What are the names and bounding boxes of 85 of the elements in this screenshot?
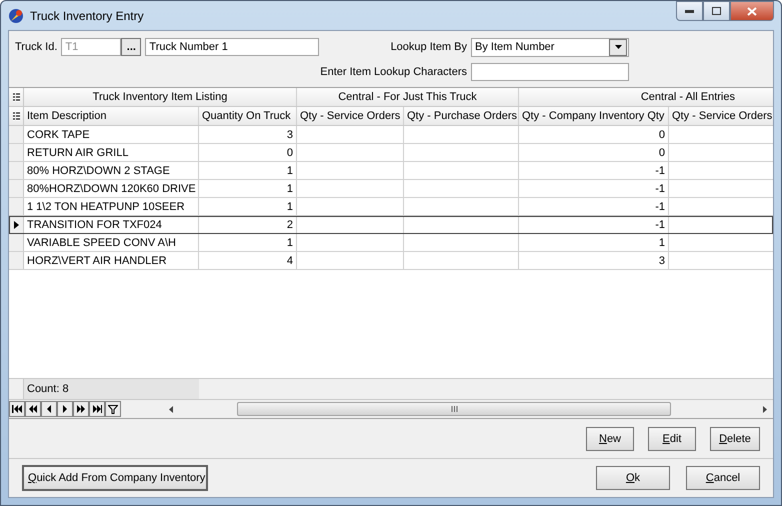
navigator-button[interactable] [25, 401, 41, 417]
app-icon [8, 8, 24, 24]
column-group-header: Truck Inventory Item Listing [24, 88, 297, 106]
lookup-by-label: Lookup Item By [390, 41, 467, 53]
truck-name-field[interactable]: Truck Number 1 [145, 38, 320, 56]
filter-icon [108, 404, 118, 414]
next-page-icon [76, 405, 86, 413]
table-cell: -1 [655, 200, 665, 212]
table-cell: VARIABLE SPEED CONV A\H [27, 236, 176, 248]
lookup-characters-field[interactable] [471, 63, 629, 81]
dropdown-arrow-icon [614, 45, 622, 49]
table-cell: 1 [658, 236, 665, 248]
column-header[interactable]: Qty - Service Orders [669, 107, 773, 125]
grid-row[interactable]: CORK TAPE 3 0 [9, 126, 773, 144]
close-button[interactable] [730, 1, 774, 21]
table-cell: 1 [286, 200, 293, 212]
column-group-header: Central - All Entries [519, 88, 773, 106]
window-title: Truck Inventory Entry [30, 8, 145, 22]
column-chooser-icon[interactable] [12, 92, 20, 102]
row-action-button[interactable]: Delete [710, 427, 760, 451]
table-cell: -1 [655, 182, 665, 194]
grid-row[interactable]: 1 1\2 TON HEATPUNP 10SEER 1 -1 [9, 198, 773, 216]
column-header[interactable]: Quantity On Truck [199, 107, 297, 125]
table-cell: 1 [286, 164, 293, 176]
scrollbar-thumb[interactable] [237, 402, 671, 416]
table-cell: HORZ\VERT AIR HANDLER [27, 254, 167, 266]
navigator-button[interactable] [41, 401, 57, 417]
filter-button[interactable] [105, 401, 121, 417]
table-cell: 1 1\2 TON HEATPUNP 10SEER [27, 200, 185, 212]
table-cell: TRANSITION FOR TXF024 [27, 218, 162, 230]
browse-button[interactable]: ... [121, 38, 142, 56]
grid-row[interactable]: VARIABLE SPEED CONV A\H 1 1 [9, 234, 773, 252]
grip-icon [450, 406, 458, 412]
column-header[interactable]: Qty - Service Orders [297, 107, 404, 125]
table-cell: 80% HORZ\DOWN 2 STAGE [27, 164, 170, 176]
table-cell: 2 [286, 218, 293, 230]
last-record-icon [92, 405, 102, 413]
maximize-button[interactable] [703, 1, 730, 21]
table-cell: -1 [655, 164, 665, 176]
table-cell: 3 [658, 254, 665, 266]
grid-row[interactable]: 80%HORZ\DOWN 120K60 DRIVE 1 -1 [9, 180, 773, 198]
table-cell: 1 [286, 182, 293, 194]
grid-row[interactable]: 80% HORZ\DOWN 2 STAGE 1 -1 [9, 162, 773, 180]
minimize-button[interactable] [676, 1, 703, 21]
table-cell: -1 [655, 218, 665, 230]
close-icon [747, 6, 757, 16]
navigator-button[interactable] [57, 401, 73, 417]
table-cell: 0 [658, 128, 665, 140]
current-row-icon [14, 220, 18, 228]
record-count: Count: 8 [24, 379, 199, 399]
column-header[interactable]: Qty - Company Inventory Qty [519, 107, 669, 125]
column-header[interactable]: Item Description [24, 107, 199, 125]
grid-row[interactable]: RETURN AIR GRILL 0 0 [9, 144, 773, 162]
minimize-icon [685, 10, 694, 12]
dialog-button[interactable]: Cancel [686, 466, 760, 490]
dialog-button[interactable]: Ok [596, 466, 670, 490]
table-cell: 1 [286, 236, 293, 248]
table-cell: RETURN AIR GRILL [27, 146, 128, 158]
table-cell: 3 [286, 128, 293, 140]
next-record-icon [60, 405, 70, 413]
maximize-icon [712, 7, 721, 15]
row-action-button[interactable]: New [586, 427, 634, 451]
first-record-icon [12, 405, 22, 413]
grid-row[interactable]: HORZ\VERT AIR HANDLER 4 3 [9, 252, 773, 270]
scroll-right-icon[interactable] [763, 406, 767, 412]
lookup-characters-label: Enter Item Lookup Characters [320, 66, 467, 78]
column-chooser-icon[interactable] [12, 112, 20, 120]
table-cell: CORK TAPE [27, 128, 90, 140]
navigator-button[interactable] [73, 401, 89, 417]
quick-add-button[interactable]: Quick Add From Company Inventory [22, 465, 208, 491]
navigator-button[interactable] [89, 401, 105, 417]
table-cell: 80%HORZ\DOWN 120K60 DRIVE [27, 182, 196, 194]
table-cell: 0 [286, 146, 293, 158]
scroll-left-icon[interactable] [169, 406, 173, 412]
grid-row[interactable]: TRANSITION FOR TXF024 2 -1 [9, 216, 773, 234]
previous-page-icon [28, 405, 38, 413]
column-header[interactable]: Qty - Purchase Orders [404, 107, 519, 125]
lookup-by-dropdown[interactable]: By Item Number [471, 38, 629, 56]
truck-id-label: Truck Id. [15, 41, 58, 53]
column-group-header: Central - For Just This Truck [297, 88, 519, 106]
table-cell: 4 [286, 254, 293, 266]
table-cell: 0 [658, 146, 665, 158]
navigator-button[interactable] [9, 401, 25, 417]
row-action-button[interactable]: Edit [648, 427, 696, 451]
row-selector[interactable] [9, 216, 24, 233]
